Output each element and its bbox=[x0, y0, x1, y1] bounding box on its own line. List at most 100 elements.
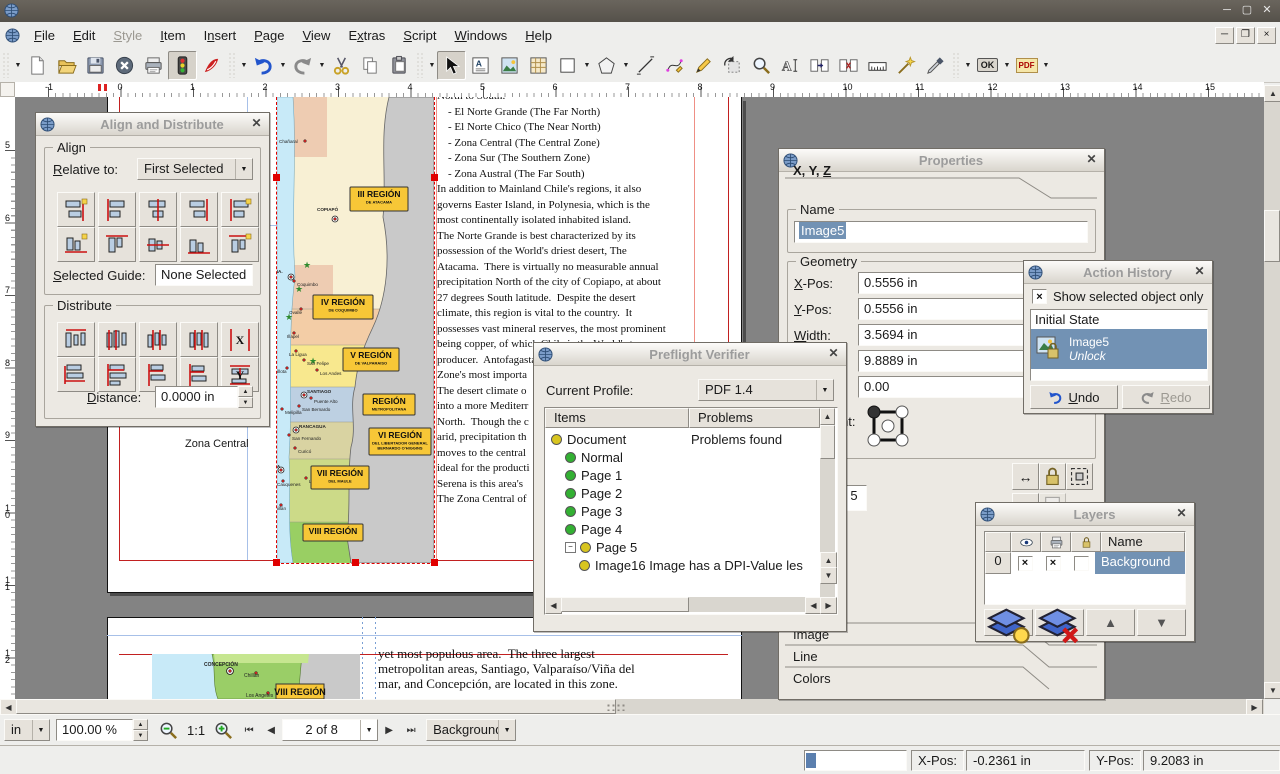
align-button-7[interactable] bbox=[98, 227, 136, 262]
zoom-button[interactable] bbox=[747, 51, 776, 80]
new-document-button[interactable] bbox=[23, 51, 52, 80]
action-history-titlebar[interactable]: Action History ✕ bbox=[1024, 261, 1212, 284]
last-page-button[interactable]: ⏭ bbox=[400, 719, 422, 741]
scrollbar-grip-dots[interactable] bbox=[606, 703, 626, 711]
preflight-row[interactable]: Page 1 bbox=[565, 466, 622, 484]
layer-print-checkbox[interactable]: × bbox=[1039, 552, 1067, 574]
scroll-down-icon[interactable]: ▼ bbox=[820, 567, 837, 584]
print-button[interactable] bbox=[139, 51, 168, 80]
layers-titlebar[interactable]: Layers ✕ bbox=[976, 503, 1194, 526]
insert-freehand-button[interactable] bbox=[689, 51, 718, 80]
tab-xyz[interactable]: X, Y, Z bbox=[793, 163, 831, 178]
preflight-row[interactable]: Normal bbox=[565, 448, 623, 466]
insert-image-frame-button[interactable] bbox=[495, 51, 524, 80]
lower-text-frame[interactable]: yet most populous area. The three larges… bbox=[378, 646, 708, 691]
export-pdf-button[interactable] bbox=[197, 51, 226, 80]
preflight-row[interactable]: Page 2 bbox=[565, 484, 622, 502]
menu-item[interactable]: Item bbox=[151, 25, 194, 46]
lock-button[interactable] bbox=[1039, 463, 1066, 490]
chevron-down-icon[interactable]: ▼ bbox=[13, 52, 23, 79]
align-button-3[interactable] bbox=[139, 192, 177, 227]
horizontal-ruler[interactable]: -10123456789101112131415 bbox=[15, 82, 1264, 98]
zoom-level-spinner[interactable]: 100.00 % ▲▼ bbox=[56, 719, 148, 741]
vertical-ruler[interactable]: 567891 01 11 2 bbox=[0, 97, 16, 699]
chevron-down-icon[interactable]: ▼ bbox=[239, 52, 249, 79]
pdf-push-button-tool[interactable]: OK bbox=[973, 51, 1002, 80]
preflight-titlebar[interactable]: Preflight Verifier ✕ bbox=[534, 343, 846, 366]
horizontal-scroll-thumb[interactable] bbox=[16, 699, 616, 714]
previous-page-button[interactable]: ◀ bbox=[260, 719, 282, 741]
lock-column-header[interactable] bbox=[1071, 532, 1101, 552]
measurements-button[interactable] bbox=[863, 51, 892, 80]
copy-button[interactable] bbox=[356, 51, 385, 80]
history-item[interactable]: Initial State bbox=[1031, 310, 1207, 329]
menu-page[interactable]: Page bbox=[245, 25, 293, 46]
layer-select[interactable]: Background▼ bbox=[426, 719, 516, 741]
title-bar[interactable]: ─ ▢ ✕ bbox=[0, 0, 1280, 22]
vertical-scrollbar[interactable]: ▲ ▼ bbox=[1264, 85, 1280, 699]
scroll-up-button[interactable]: ▲ bbox=[1264, 85, 1280, 102]
zoom-in-button[interactable] bbox=[209, 716, 238, 745]
pdf-text-field-tool[interactable]: PDF bbox=[1012, 51, 1041, 80]
layer-visible-checkbox[interactable]: × bbox=[1011, 552, 1039, 574]
zoom-reset-button[interactable]: 1:1 bbox=[187, 723, 205, 738]
menu-edit[interactable]: Edit bbox=[64, 25, 104, 46]
mdi-restore-button[interactable]: ❐ bbox=[1236, 27, 1255, 44]
selection-handle[interactable] bbox=[273, 174, 280, 181]
align-button-10[interactable] bbox=[221, 227, 259, 262]
insert-polygon-button[interactable] bbox=[592, 51, 621, 80]
scroll-right-icon[interactable]: ▶ bbox=[820, 597, 837, 614]
chevron-down-icon[interactable]: ▼ bbox=[317, 52, 327, 79]
align-button-6[interactable] bbox=[57, 227, 95, 262]
undo-button[interactable]: Undo bbox=[1030, 385, 1118, 409]
visible-column-header[interactable] bbox=[1011, 532, 1041, 552]
layer-row[interactable]: 0 × × Background bbox=[985, 552, 1185, 574]
zoom-down-icon[interactable]: ▼ bbox=[133, 730, 148, 741]
preflight-row[interactable]: Image16 Image has a DPI-Value les bbox=[579, 556, 803, 574]
close-icon[interactable]: ✕ bbox=[826, 346, 841, 361]
menu-file[interactable]: File bbox=[25, 25, 64, 46]
history-list[interactable]: Initial StateImage5Unlock bbox=[1030, 309, 1208, 381]
name-column-header[interactable]: Name bbox=[1101, 532, 1185, 552]
chevron-down-icon[interactable]: ▼ bbox=[1002, 52, 1012, 79]
selection-handle[interactable] bbox=[273, 559, 280, 566]
chile-map-image[interactable]: ★★★★★ChañaralCOPIAPÓVallenarLA SERENA.Co… bbox=[277, 97, 434, 563]
menu-insert[interactable]: Insert bbox=[195, 25, 246, 46]
problems-column-header[interactable]: Problems bbox=[689, 408, 820, 428]
window-minimize-button[interactable]: ─ bbox=[1218, 4, 1236, 18]
name-field[interactable]: Image5 bbox=[794, 221, 1088, 243]
insert-bezier-button[interactable] bbox=[660, 51, 689, 80]
insert-shape-button[interactable] bbox=[553, 51, 582, 80]
selection-handle[interactable] bbox=[431, 174, 438, 181]
menu-help[interactable]: Help bbox=[516, 25, 561, 46]
preflight-row[interactable]: −Page 5 bbox=[565, 538, 637, 556]
paste-button[interactable] bbox=[385, 51, 414, 80]
tab-line[interactable]: Line bbox=[793, 649, 818, 664]
preflight-row[interactable]: Page 4 bbox=[565, 520, 622, 538]
distance-spinner[interactable]: 0.0000 in ▲▼ bbox=[155, 386, 253, 408]
history-item[interactable]: Image5Unlock bbox=[1031, 329, 1207, 369]
vertical-scroll-thumb[interactable] bbox=[1264, 210, 1280, 262]
delete-layer-button[interactable] bbox=[1035, 609, 1084, 636]
selection-handle[interactable] bbox=[431, 559, 438, 566]
basepoint-widget[interactable] bbox=[864, 402, 912, 453]
mdi-minimize-button[interactable]: ─ bbox=[1215, 27, 1234, 44]
menu-windows[interactable]: Windows bbox=[446, 25, 517, 46]
edit-text-button[interactable]: A bbox=[776, 51, 805, 80]
tree-horizontal-scrollbar[interactable]: ◀ ◀ ▶ bbox=[545, 597, 835, 612]
cut-button[interactable] bbox=[327, 51, 356, 80]
selection-handle[interactable] bbox=[352, 559, 359, 566]
relative-to-select[interactable]: First Selected▼ bbox=[137, 158, 253, 180]
chevron-down-icon[interactable]: ▼ bbox=[621, 52, 631, 79]
spin-down-icon[interactable]: ▼ bbox=[238, 397, 253, 408]
chevron-down-icon[interactable]: ▼ bbox=[278, 52, 288, 79]
align-button-2[interactable] bbox=[98, 192, 136, 227]
redo-button[interactable] bbox=[288, 51, 317, 80]
layer-lock-checkbox[interactable] bbox=[1067, 552, 1095, 574]
align-button-8[interactable] bbox=[139, 227, 177, 262]
close-document-button[interactable] bbox=[110, 51, 139, 80]
tree-vertical-scrollbar[interactable]: ▲ ▲ ▼ bbox=[820, 408, 835, 597]
raise-layer-button[interactable]: ▲ bbox=[1086, 609, 1135, 636]
lower-layer-button[interactable]: ▼ bbox=[1137, 609, 1186, 636]
preflight-verifier-button[interactable] bbox=[168, 51, 197, 80]
